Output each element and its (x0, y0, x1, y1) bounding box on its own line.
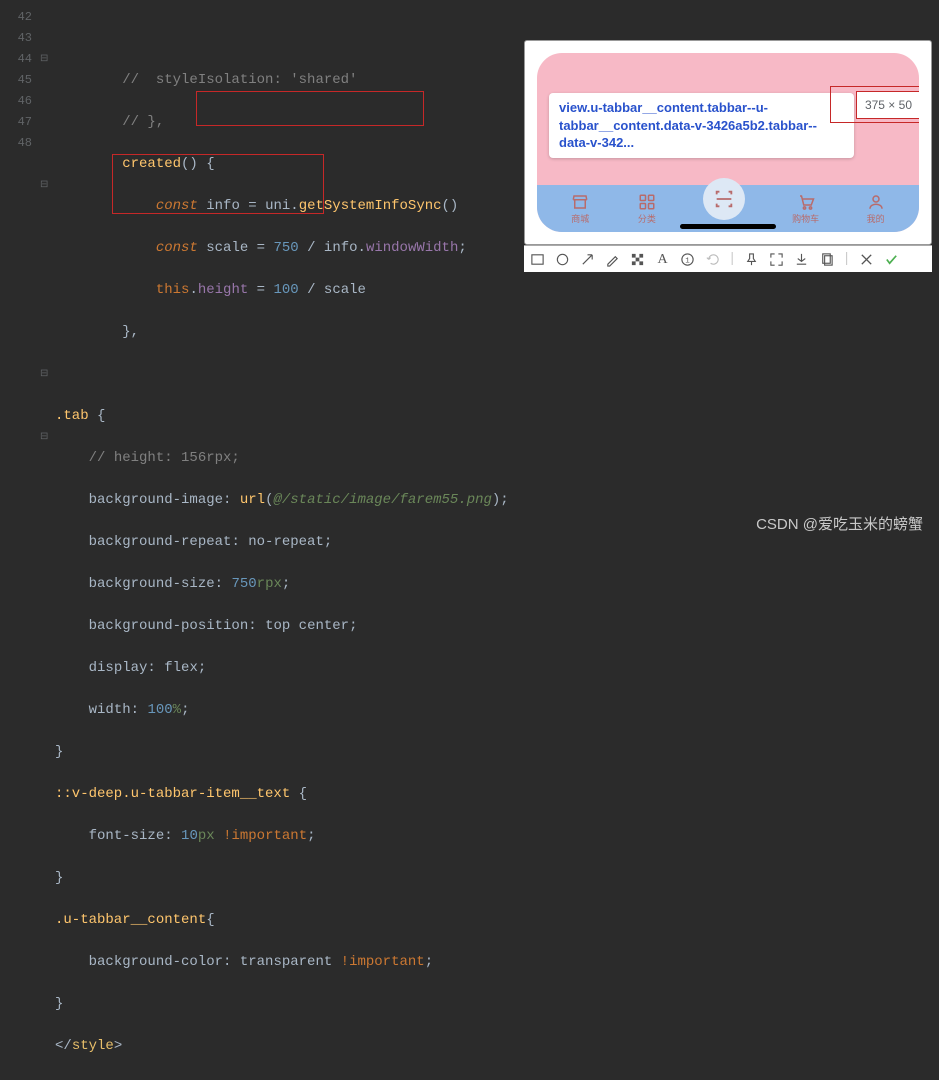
scan-icon (713, 188, 735, 210)
sequence-tool-icon[interactable]: 1 (680, 252, 695, 267)
tab-label: 购物车 (792, 212, 819, 225)
mosaic-tool-icon[interactable] (630, 252, 645, 267)
tab-category[interactable]: 分类 (637, 193, 657, 225)
fullscreen-icon[interactable] (769, 252, 784, 267)
tab-cart[interactable]: 购物车 (792, 193, 819, 225)
confirm-icon[interactable] (884, 252, 899, 267)
text-tool-icon[interactable]: A (655, 252, 670, 267)
device-preview-panel: view.u-tabbar__content.tabbar--u-tabbar_… (524, 40, 932, 245)
home-indicator (680, 224, 776, 229)
tooltip-dimensions: 375 × 50 (856, 91, 919, 119)
tab-label: 分类 (638, 212, 656, 225)
svg-text:1: 1 (685, 257, 690, 265)
device-screen: view.u-tabbar__content.tabbar--u-tabbar_… (537, 53, 919, 232)
cart-icon (796, 193, 816, 211)
tab-mine[interactable]: 我的 (866, 193, 886, 225)
annotation-toolbar: A 1 | | (524, 245, 932, 272)
separator: | (728, 251, 736, 267)
tab-label: 我的 (867, 212, 885, 225)
arrow-tool-icon[interactable] (580, 252, 595, 267)
element-inspector-tooltip: view.u-tabbar__content.tabbar--u-tabbar_… (549, 93, 854, 158)
close-icon[interactable] (859, 252, 874, 267)
tab-mall[interactable]: 商城 (570, 193, 590, 225)
app-tabbar: 商城 分类 购物车 我的 (537, 185, 919, 232)
user-icon (866, 193, 886, 211)
circle-tool-icon[interactable] (555, 252, 570, 267)
tab-center-scan[interactable] (703, 178, 745, 220)
tab-label: 商城 (571, 212, 589, 225)
shop-icon (570, 193, 590, 211)
pencil-tool-icon[interactable] (605, 252, 620, 267)
undo-icon[interactable] (705, 252, 720, 267)
fold-gutter[interactable]: ⊟⊟⊟⊟ (40, 0, 55, 540)
separator: | (842, 251, 850, 267)
pin-icon[interactable] (744, 252, 759, 267)
copy-icon[interactable] (819, 252, 834, 267)
rectangle-tool-icon[interactable] (530, 252, 545, 267)
tooltip-selector-text: view.u-tabbar__content.tabbar--u-tabbar_… (559, 100, 817, 150)
grid-icon (637, 193, 657, 211)
save-icon[interactable] (794, 252, 809, 267)
line-number-gutter: 42434445464748 (0, 0, 40, 540)
